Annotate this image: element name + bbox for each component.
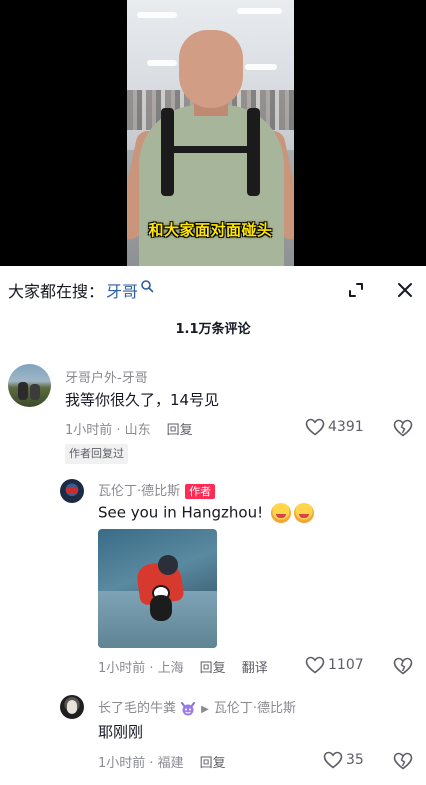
avatar[interactable]: [8, 364, 51, 407]
reply-button[interactable]: 回复: [167, 419, 193, 438]
reply-button[interactable]: 回复: [200, 752, 226, 771]
comment-time-location: 1小时前 · 山东: [65, 423, 151, 438]
author-replied-badge: 作者回复过: [65, 444, 128, 464]
reply-time-location: 1小时前 · 福建: [98, 756, 184, 771]
broken-heart-icon[interactable]: [392, 750, 414, 772]
comments-count: 1.1万条评论: [175, 322, 251, 337]
comment-username[interactable]: 牙哥户外-牙哥: [65, 367, 148, 386]
like-count: 35: [346, 752, 364, 768]
heart-icon: [305, 418, 325, 436]
reply-username-text[interactable]: 长了毛的牛粪: [98, 701, 176, 716]
reply-username-text[interactable]: 瓦伦丁·德比斯: [98, 484, 180, 499]
comment-meta: 1小时前 · 山东 回复: [65, 419, 193, 438]
reply-avatar[interactable]: [60, 695, 84, 719]
celebrate-emoji-icon: [270, 503, 291, 523]
expand-button[interactable]: [343, 277, 369, 303]
reply-username[interactable]: 长了毛的牛粪 ▶ 瓦伦丁·德比斯: [98, 697, 296, 716]
reply-avatar[interactable]: [60, 479, 84, 503]
reply-image[interactable]: [98, 529, 217, 648]
translate-button[interactable]: 翻译: [242, 657, 268, 676]
like-button[interactable]: 35: [323, 751, 364, 769]
search-icon: [141, 280, 154, 293]
reply-time-location: 1小时前 · 上海: [98, 661, 184, 676]
expand-icon: [349, 283, 363, 297]
broken-heart-icon[interactable]: [392, 655, 414, 677]
reply-to-username[interactable]: 瓦伦丁·德比斯: [214, 701, 296, 716]
video-subtitle: 和大家面对面碰头: [148, 221, 273, 239]
reply-username[interactable]: 瓦伦丁·德比斯 作者: [98, 480, 216, 499]
video-player[interactable]: 和大家面对面碰头: [0, 0, 426, 266]
comment-panel: 大家都在搜： 牙哥 1.1万条评论 牙哥户外-牙哥 我等你很久了，14号见 1小…: [0, 266, 426, 785]
close-icon: [398, 283, 412, 297]
video-frame: 和大家面对面碰头: [127, 0, 294, 266]
reply-text-content: See you in Hangzhou!: [98, 503, 264, 522]
like-button[interactable]: 4391: [305, 418, 364, 436]
trending-search-prefix: 大家都在搜：: [8, 282, 105, 301]
broken-heart-icon[interactable]: [392, 417, 414, 439]
close-button[interactable]: [392, 277, 418, 303]
celebrate-emoji-icon: [293, 503, 314, 523]
reply-text: See you in Hangzhou!: [98, 503, 314, 523]
reply-arrow-icon: ▶: [201, 704, 209, 715]
reply-meta: 1小时前 · 福建 回复: [98, 752, 226, 771]
trending-search-term[interactable]: 牙哥: [106, 278, 138, 302]
reply-text: 耶刚刚: [98, 723, 144, 741]
heart-icon: [305, 656, 325, 674]
like-count: 4391: [328, 419, 364, 435]
trending-search[interactable]: 大家都在搜： 牙哥: [8, 278, 154, 302]
author-tag: 作者: [185, 484, 216, 499]
like-button[interactable]: 1107: [305, 656, 364, 674]
reply-button[interactable]: 回复: [200, 657, 226, 676]
like-count: 1107: [328, 657, 364, 673]
comment-text: 我等你很久了，14号见: [65, 391, 220, 409]
reply-meta: 1小时前 · 上海 回复 翻译: [98, 657, 268, 676]
heart-icon: [323, 751, 343, 769]
devil-emoji-icon: [181, 701, 196, 715]
